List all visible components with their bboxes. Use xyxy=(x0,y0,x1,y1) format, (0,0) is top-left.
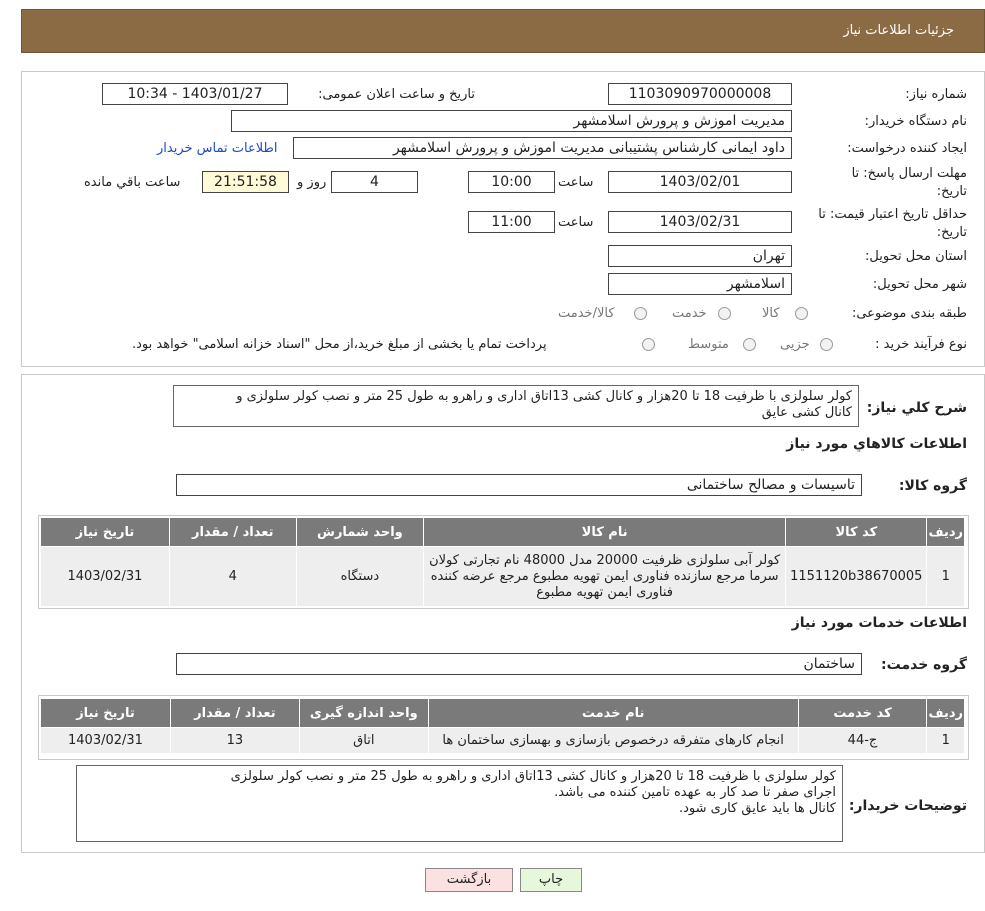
page-title: جزئیات اطلاعات نیاز xyxy=(843,23,954,38)
services-col-date: تاریخ نیاز xyxy=(40,698,171,728)
goods-cell-qty: 4 xyxy=(168,546,297,607)
goods-group-label: گروه کالا: xyxy=(898,478,967,494)
buyer-notes-textarea: کولر سلولزی با ظرفیت 18 تا 20هزار و کانا… xyxy=(76,765,843,842)
buyer-notes-line-1: کولر سلولزی با ظرفیت 18 تا 20هزار و کانا… xyxy=(230,769,836,784)
goods-col-unit: واحد شمارش xyxy=(295,517,425,547)
services-col-qty: تعداد / مقدار xyxy=(169,698,300,728)
services-cell-name: انجام کارهای متفرقه درخصوص بازسازی و بهس… xyxy=(427,727,799,754)
process-partial-radio[interactable] xyxy=(820,338,833,351)
announce-label: تاریخ و ساعت اعلان عمومی: xyxy=(318,87,475,102)
city-field: اسلامشهر xyxy=(608,273,792,295)
page-header: جزئیات اطلاعات نیاز xyxy=(21,9,985,53)
goods-section-title: اطلاعات کالاهاي مورد نياز xyxy=(786,436,967,452)
services-group-field: ساختمان xyxy=(176,653,862,675)
reply-date-field: 1403/02/01 xyxy=(608,171,792,193)
reply-deadline-label: مهلت ارسال پاسخ: تا xyxy=(851,166,967,181)
price-time-field: 11:00 xyxy=(468,211,555,233)
remaining-label: ساعت باقي مانده xyxy=(84,175,181,190)
goods-table: ردیف کد کالا نام کالا واحد شمارش تعداد /… xyxy=(40,517,965,607)
days-field: 4 xyxy=(331,171,418,193)
creator-field: داود ایمانی کارشناس پشتیبانی مدیریت اموز… xyxy=(293,137,792,159)
services-col-code: کد خدمت xyxy=(797,698,928,728)
process-note: پرداخت تمام یا بخشی از مبلغ خرید،از محل … xyxy=(132,337,547,352)
goods-col-code: کد کالا xyxy=(785,517,928,547)
services-cell-date: 1403/02/31 xyxy=(40,727,171,754)
process-treasury-checkbox[interactable] xyxy=(642,338,655,351)
buyer-org-label: نام دستگاه خریدار: xyxy=(864,114,967,129)
services-col-row: ردیف xyxy=(926,698,965,728)
goods-name-line-2: سرما مرجع سازنده فناوری ایمن تهویه مطبوع… xyxy=(430,568,779,584)
services-col-unit: واحد اندازه گیری xyxy=(298,698,429,728)
goods-col-row: ردیف xyxy=(926,517,965,547)
summary-line-2: کانال کشی عایق xyxy=(761,405,852,420)
process-partial-text: جزیی xyxy=(780,337,810,352)
goods-name-line-3: فناوری ایمن تهویه مطبوع xyxy=(536,584,674,600)
services-table: ردیف کد خدمت نام خدمت واحد اندازه گیری ت… xyxy=(40,698,965,754)
back-button[interactable]: بازگشت xyxy=(425,868,513,892)
summary-line-1: کولر سلولزی با ظرفیت 18 تا 20هزار و کانا… xyxy=(236,389,852,404)
summary-textarea: کولر سلولزی با ظرفیت 18 تا 20هزار و کانا… xyxy=(173,385,859,427)
reply-time-field: 10:00 xyxy=(468,171,555,193)
category-service-radio[interactable] xyxy=(718,307,731,320)
reply-deadline-label-2: تاریخ: xyxy=(936,184,967,199)
services-col-name: نام خدمت xyxy=(427,698,799,728)
category-goods-service-text: کالا/خدمت xyxy=(558,306,615,321)
remaining-time-field: 21:51:58 xyxy=(202,171,289,193)
goods-col-name: نام کالا xyxy=(423,517,787,547)
process-medium-radio[interactable] xyxy=(743,338,756,351)
reply-time-label: ساعت xyxy=(558,175,594,190)
goods-cell-row: 1 xyxy=(926,546,965,607)
days-label: روز و xyxy=(297,175,327,190)
announce-field: 1403/01/27 - 10:34 xyxy=(102,83,288,105)
price-validity-label: حداقل تاریخ اعتبار قیمت: تا xyxy=(818,207,967,222)
goods-name-line-1: کولر آبی سلولزی ظرفیت 20000 مدل 48000 نا… xyxy=(429,552,781,568)
goods-col-qty: تعداد / مقدار xyxy=(168,517,297,547)
services-group-label: گروه خدمت: xyxy=(881,657,967,673)
goods-cell-date: 1403/02/31 xyxy=(40,546,170,607)
province-label: استان محل تحویل: xyxy=(865,249,967,264)
table-row: 1 1151120b38670005 کولر آبی سلولزی ظرفیت… xyxy=(40,546,965,607)
creator-label: ایجاد کننده درخواست: xyxy=(847,141,967,156)
goods-cell-name: کولر آبی سلولزی ظرفیت 20000 مدل 48000 نا… xyxy=(423,546,787,607)
city-label: شهر محل تحویل: xyxy=(872,277,967,292)
services-section-title: اطلاعات خدمات مورد نياز xyxy=(791,615,967,631)
category-goods-text: کالا xyxy=(762,306,780,321)
buyer-notes-line-2: اجرای صفر تا صد کار به عهده تامین کننده … xyxy=(554,785,836,800)
goods-cell-code: 1151120b38670005 xyxy=(785,546,928,607)
category-service-text: خدمت xyxy=(672,306,707,321)
services-cell-code: ج-44 xyxy=(797,727,928,754)
province-field: تهران xyxy=(608,245,792,267)
price-time-label: ساعت xyxy=(558,215,594,230)
price-validity-label-2: تاریخ: xyxy=(936,225,967,240)
services-cell-row: 1 xyxy=(926,727,965,754)
category-goods-service-radio[interactable] xyxy=(634,307,647,320)
category-goods-radio[interactable] xyxy=(795,307,808,320)
goods-col-date: تاریخ نیاز xyxy=(40,517,170,547)
services-cell-unit: اتاق xyxy=(298,727,429,754)
print-button[interactable]: چاپ xyxy=(520,868,582,892)
buyer-org-field: مدیریت اموزش و پرورش اسلامشهر xyxy=(231,110,792,132)
services-cell-qty: 13 xyxy=(169,727,300,754)
process-label: نوع فرآیند خرید : xyxy=(875,337,967,352)
buyer-notes-label: توضیحات خریدار: xyxy=(848,798,967,814)
goods-group-field: تاسیسات و مصالح ساختمانی xyxy=(176,474,862,496)
buyer-notes-line-3: کانال ها باید عایق کاری شود. xyxy=(679,801,836,816)
need-number-label: شماره نیاز: xyxy=(905,87,967,102)
summary-label: شرح کلي نياز: xyxy=(866,400,967,416)
need-number-field: 1103090970000008 xyxy=(608,83,792,105)
goods-cell-unit: دستگاه xyxy=(295,546,425,607)
buyer-contact-link[interactable]: اطلاعات تماس خریدار xyxy=(157,141,277,156)
table-row: 1 ج-44 انجام کارهای متفرقه درخصوص بازساز… xyxy=(40,727,965,754)
price-date-field: 1403/02/31 xyxy=(608,211,792,233)
category-label: طبقه بندی موضوعی: xyxy=(851,306,967,321)
process-medium-text: متوسط xyxy=(688,337,729,352)
